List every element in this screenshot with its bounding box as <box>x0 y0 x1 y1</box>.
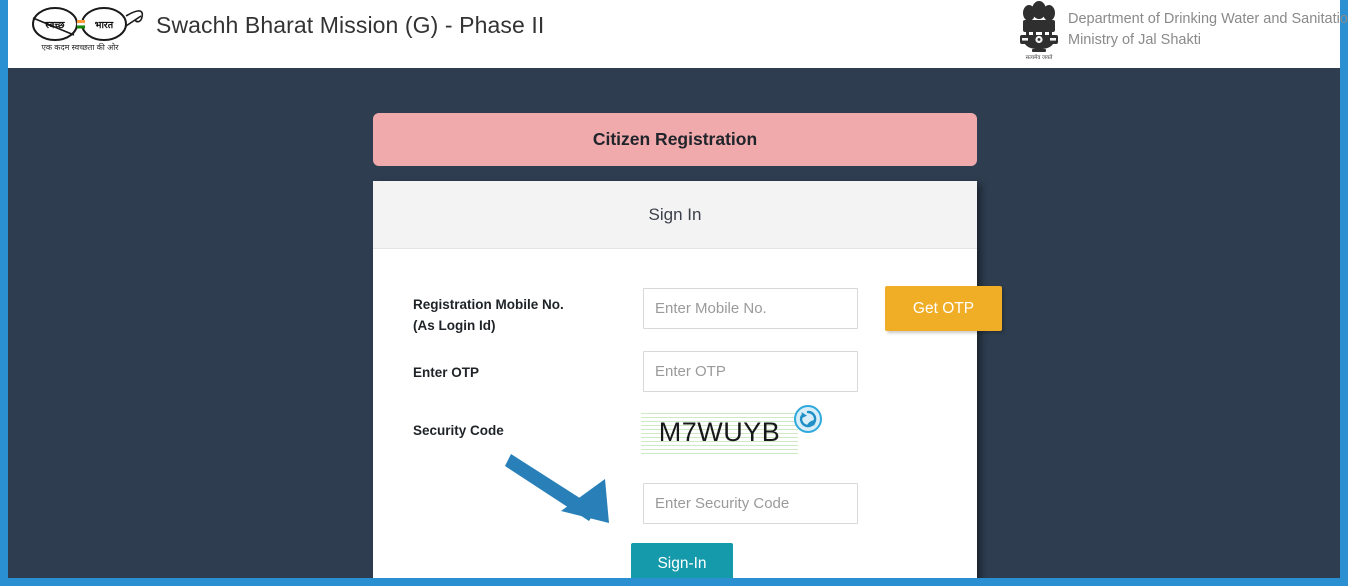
logo-word-right: भारत <box>95 20 114 31</box>
site-header: स्वच्छ भारत एक कदम स्वच्छता की ओर Swachh… <box>8 0 1348 68</box>
refresh-icon[interactable] <box>793 404 823 434</box>
security-code-input[interactable] <box>643 483 858 524</box>
banner-title: Citizen Registration <box>592 129 758 149</box>
citizen-registration-banner: Citizen Registration <box>373 113 977 166</box>
logo-tagline: एक कदम स्वच्छता की ओर <box>41 42 119 52</box>
signin-card: Sign In Registration Mobile No. (As Logi… <box>373 181 1002 578</box>
page-body: Citizen Registration Sign In Registratio… <box>8 68 1340 578</box>
mobile-number-label-main: Registration Mobile No. <box>413 297 564 312</box>
swachh-bharat-logo: स्वच्छ भारत एक कदम स्वच्छता की ओर <box>18 2 148 60</box>
mobile-number-label: Registration Mobile No. (As Login Id) <box>413 294 564 336</box>
page-title: Swachh Bharat Mission (G) - Phase II <box>156 12 545 38</box>
get-otp-button[interactable]: Get OTP <box>885 286 1002 331</box>
signin-button[interactable]: Sign-In <box>631 543 733 578</box>
emblem-motto: सत्यमेव जयते <box>1026 54 1054 61</box>
captcha-text: M7WUYB <box>658 417 781 447</box>
security-code-label: Security Code <box>413 423 504 438</box>
department-name: Department of Drinking Water and Sanitat… <box>1068 9 1348 51</box>
captcha-image: M7WUYB <box>641 410 798 455</box>
signin-form: Registration Mobile No. (As Login Id) Ge… <box>373 249 1002 578</box>
mobile-number-label-sub: (As Login Id) <box>413 318 496 333</box>
browser-frame: स्वच्छ भारत एक कदम स्वच्छता की ओर Swachh… <box>0 0 1348 586</box>
otp-label: Enter OTP <box>413 365 480 380</box>
signin-card-header: Sign In <box>373 181 977 249</box>
otp-input[interactable] <box>643 351 858 392</box>
department-line-2: Ministry of Jal Shakti <box>1068 32 1201 48</box>
national-emblem-icon: सत्यमेव जयते <box>1013 1 1065 63</box>
signin-title: Sign In <box>648 204 702 224</box>
department-line-1: Department of Drinking Water and Sanitat… <box>1068 11 1348 27</box>
logo-word-left: स्वच्छ <box>44 20 65 31</box>
mobile-number-input[interactable] <box>643 288 858 329</box>
